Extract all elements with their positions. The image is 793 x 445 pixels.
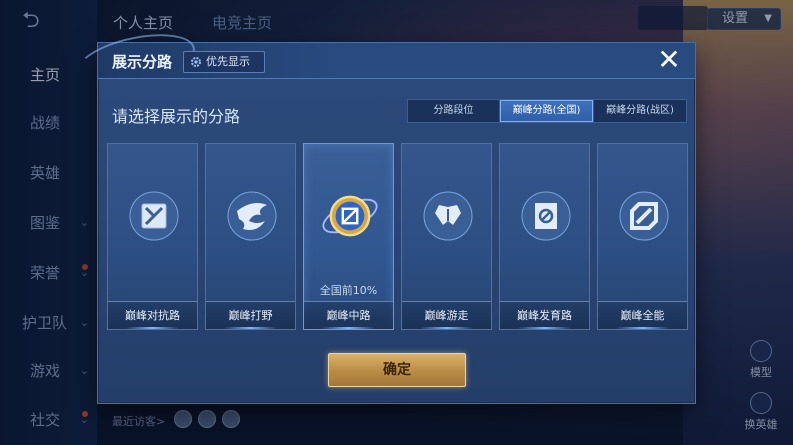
select-lane-prompt: 请选择展示的分路 — [112, 107, 241, 126]
modal-header: 展示分路 优先显示 ✕ — [72, 25, 695, 95]
lane-card-jungle[interactable]: 巅峰打野 — [205, 143, 296, 330]
priority-label: 优先显示 — [206, 55, 250, 68]
all-round-icon — [619, 191, 669, 241]
tab-peak-lane-region[interactable]: 巅峰分路(战区) — [594, 100, 686, 122]
lane-cards: 巅峰对抗路 巅峰打野 全国前10% 巅峰中路 巅峰游走 巅峰发育路 巅峰全能 — [107, 143, 688, 330]
priority-display-button[interactable]: 优先显示 — [183, 51, 265, 73]
close-button[interactable]: ✕ — [655, 46, 683, 75]
lane-card-all-round[interactable]: 巅峰全能 — [597, 143, 688, 330]
lane-card-roam[interactable]: 巅峰游走 — [401, 143, 492, 330]
lane-label: 巅峰对抗路 — [108, 301, 197, 329]
modal-title: 展示分路 — [112, 53, 173, 71]
lane-display-modal: 展示分路 优先显示 ✕ 请选择展示的分路 分路段位 巅峰分路(全国) 巅峰分路(… — [72, 25, 696, 404]
lane-card-farm[interactable]: 巅峰发育路 — [499, 143, 590, 330]
mid-lane-icon — [322, 195, 378, 237]
lane-rank: 全国前10% — [319, 284, 378, 297]
lane-label: 巅峰打野 — [206, 301, 295, 329]
lane-label: 巅峰游走 — [402, 301, 491, 329]
lane-card-clash[interactable]: 巅峰对抗路 — [107, 143, 198, 330]
lane-label: 巅峰中路 — [304, 301, 393, 329]
gear-icon — [191, 57, 201, 67]
tab-peak-lane-national[interactable]: 巅峰分路(全国) — [500, 100, 594, 122]
lane-label: 巅峰发育路 — [500, 301, 589, 329]
lane-card-mid[interactable]: 全国前10% 巅峰中路 — [303, 143, 394, 330]
clash-lane-icon — [129, 191, 179, 241]
lane-label: 巅峰全能 — [598, 301, 687, 329]
tab-lane-rank[interactable]: 分路段位 — [408, 100, 500, 122]
confirm-button[interactable]: 确定 — [328, 353, 466, 387]
lane-tabs: 分路段位 巅峰分路(全国) 巅峰分路(战区) — [407, 99, 687, 123]
jungle-icon — [227, 191, 277, 241]
farm-lane-icon — [521, 191, 571, 241]
roam-icon — [423, 191, 473, 241]
